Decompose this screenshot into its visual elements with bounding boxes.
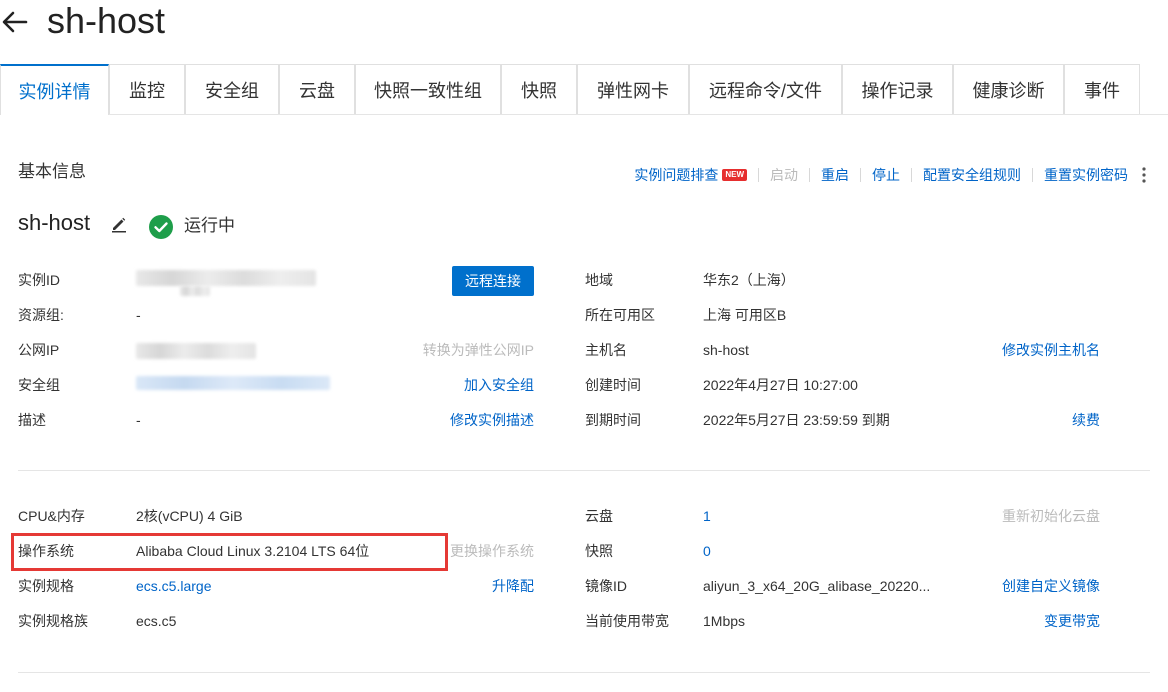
section-heading: 基本信息	[18, 162, 86, 181]
divider	[18, 470, 1150, 471]
tab-events[interactable]: 事件	[1064, 64, 1140, 114]
renew-link[interactable]: 续费	[1072, 410, 1100, 430]
redacted-security-group[interactable]	[136, 376, 330, 390]
separator	[758, 168, 759, 182]
security-group-label: 安全组	[18, 377, 60, 393]
new-badge: NEW	[722, 169, 747, 181]
start-button[interactable]: 启动	[770, 165, 798, 185]
tab-remote-command[interactable]: 远程命令/文件	[689, 64, 842, 114]
redacted-public-ip	[136, 343, 256, 359]
tab-snapshot-consistency-group[interactable]: 快照一致性组	[355, 64, 501, 114]
troubleshoot-link[interactable]: 实例问题排查	[634, 165, 718, 185]
page-title: sh-host	[47, 0, 166, 41]
zone-value: 上海 可用区B	[703, 307, 787, 323]
region-label: 地域	[585, 272, 613, 288]
status-text: 运行中	[184, 216, 235, 235]
separator	[860, 168, 861, 182]
separator	[809, 168, 810, 182]
resource-group-value: -	[136, 307, 141, 323]
snapshot-count-link[interactable]: 0	[703, 541, 711, 561]
action-bar: 实例问题排查 NEW 启动 重启 停止 配置安全组规则 重置实例密码	[634, 165, 1146, 185]
instance-name: sh-host	[18, 210, 91, 235]
tab-bar: 实例详情 监控 安全组 云盘 快照一致性组 快照 弹性网卡 远程命令/文件 操作…	[0, 64, 1168, 115]
separator	[1032, 168, 1033, 182]
description-value: -	[136, 412, 141, 428]
separator	[911, 168, 912, 182]
modify-hostname-link[interactable]: 修改实例主机名	[1002, 340, 1100, 360]
tab-security-group[interactable]: 安全组	[185, 64, 279, 114]
edit-pencil-icon[interactable]	[110, 215, 128, 233]
cpu-memory-value: 2核(vCPU) 4 GiB	[136, 508, 243, 524]
stop-button[interactable]: 停止	[872, 165, 900, 185]
check-circle-icon	[149, 215, 173, 239]
tab-monitoring[interactable]: 监控	[109, 64, 185, 114]
back-arrow-icon[interactable]	[0, 6, 32, 38]
image-id-label: 镜像ID	[585, 578, 627, 594]
convert-eip-link[interactable]: 转换为弹性公网IP	[423, 340, 534, 360]
instance-id-label: 实例ID	[18, 272, 60, 288]
bandwidth-value: 1Mbps	[703, 613, 746, 629]
remote-connect-button[interactable]: 远程连接	[452, 266, 534, 296]
instance-type-label: 实例规格	[18, 578, 74, 594]
redacted-instance-id	[136, 270, 316, 286]
bandwidth-label: 当前使用带宽	[585, 613, 669, 629]
change-bandwidth-link[interactable]: 变更带宽	[1044, 611, 1100, 631]
config-security-group-rules-link[interactable]: 配置安全组规则	[923, 165, 1021, 185]
image-id-value: aliyun_3_x64_20G_alibase_20220...	[703, 578, 931, 594]
hostname-label: 主机名	[585, 342, 627, 358]
instance-family-label: 实例规格族	[18, 613, 88, 629]
upgrade-downgrade-link[interactable]: 升降配	[492, 576, 534, 596]
public-ip-label: 公网IP	[18, 342, 60, 358]
join-security-group-link[interactable]: 加入安全组	[464, 375, 534, 395]
change-os-link[interactable]: 更换操作系统	[450, 541, 534, 561]
snapshot-label: 快照	[585, 543, 613, 559]
instance-type-link[interactable]: ecs.c5.large	[136, 576, 211, 596]
zone-label: 所在可用区	[585, 307, 655, 323]
resource-group-label: 资源组:	[18, 307, 64, 323]
description-label: 描述	[18, 412, 46, 428]
instance-family-value: ecs.c5	[136, 613, 177, 629]
modify-description-link[interactable]: 修改实例描述	[450, 410, 534, 430]
os-value: Alibaba Cloud Linux 3.2104 LTS 64位	[136, 543, 370, 559]
tab-disks[interactable]: 云盘	[279, 64, 355, 114]
tab-instance-details[interactable]: 实例详情	[0, 64, 109, 115]
more-vertical-icon[interactable]	[1142, 167, 1146, 183]
divider	[18, 672, 1150, 673]
expire-time-value: 2022年5月27日 23:59:59 到期	[703, 412, 890, 428]
region-value: 华东2（上海）	[703, 272, 795, 288]
reinit-disk-link[interactable]: 重新初始化云盘	[1002, 506, 1100, 526]
disk-label: 云盘	[585, 508, 613, 524]
created-time-label: 创建时间	[585, 377, 641, 393]
disk-count-link[interactable]: 1	[703, 506, 711, 526]
restart-button[interactable]: 重启	[821, 165, 849, 185]
created-time-value: 2022年4月27日 10:27:00	[703, 377, 858, 393]
tab-health-diagnosis[interactable]: 健康诊断	[953, 64, 1064, 114]
hostname-value: sh-host	[703, 342, 749, 358]
create-custom-image-link[interactable]: 创建自定义镜像	[1002, 576, 1100, 596]
os-label: 操作系统	[18, 543, 74, 559]
tab-eni[interactable]: 弹性网卡	[577, 64, 689, 114]
tab-operation-log[interactable]: 操作记录	[842, 64, 953, 114]
tab-snapshots[interactable]: 快照	[501, 64, 577, 114]
expire-time-label: 到期时间	[585, 412, 641, 428]
reset-password-link[interactable]: 重置实例密码	[1044, 165, 1128, 185]
redacted-instance-id	[180, 286, 210, 296]
cpu-memory-label: CPU&内存	[18, 508, 85, 524]
